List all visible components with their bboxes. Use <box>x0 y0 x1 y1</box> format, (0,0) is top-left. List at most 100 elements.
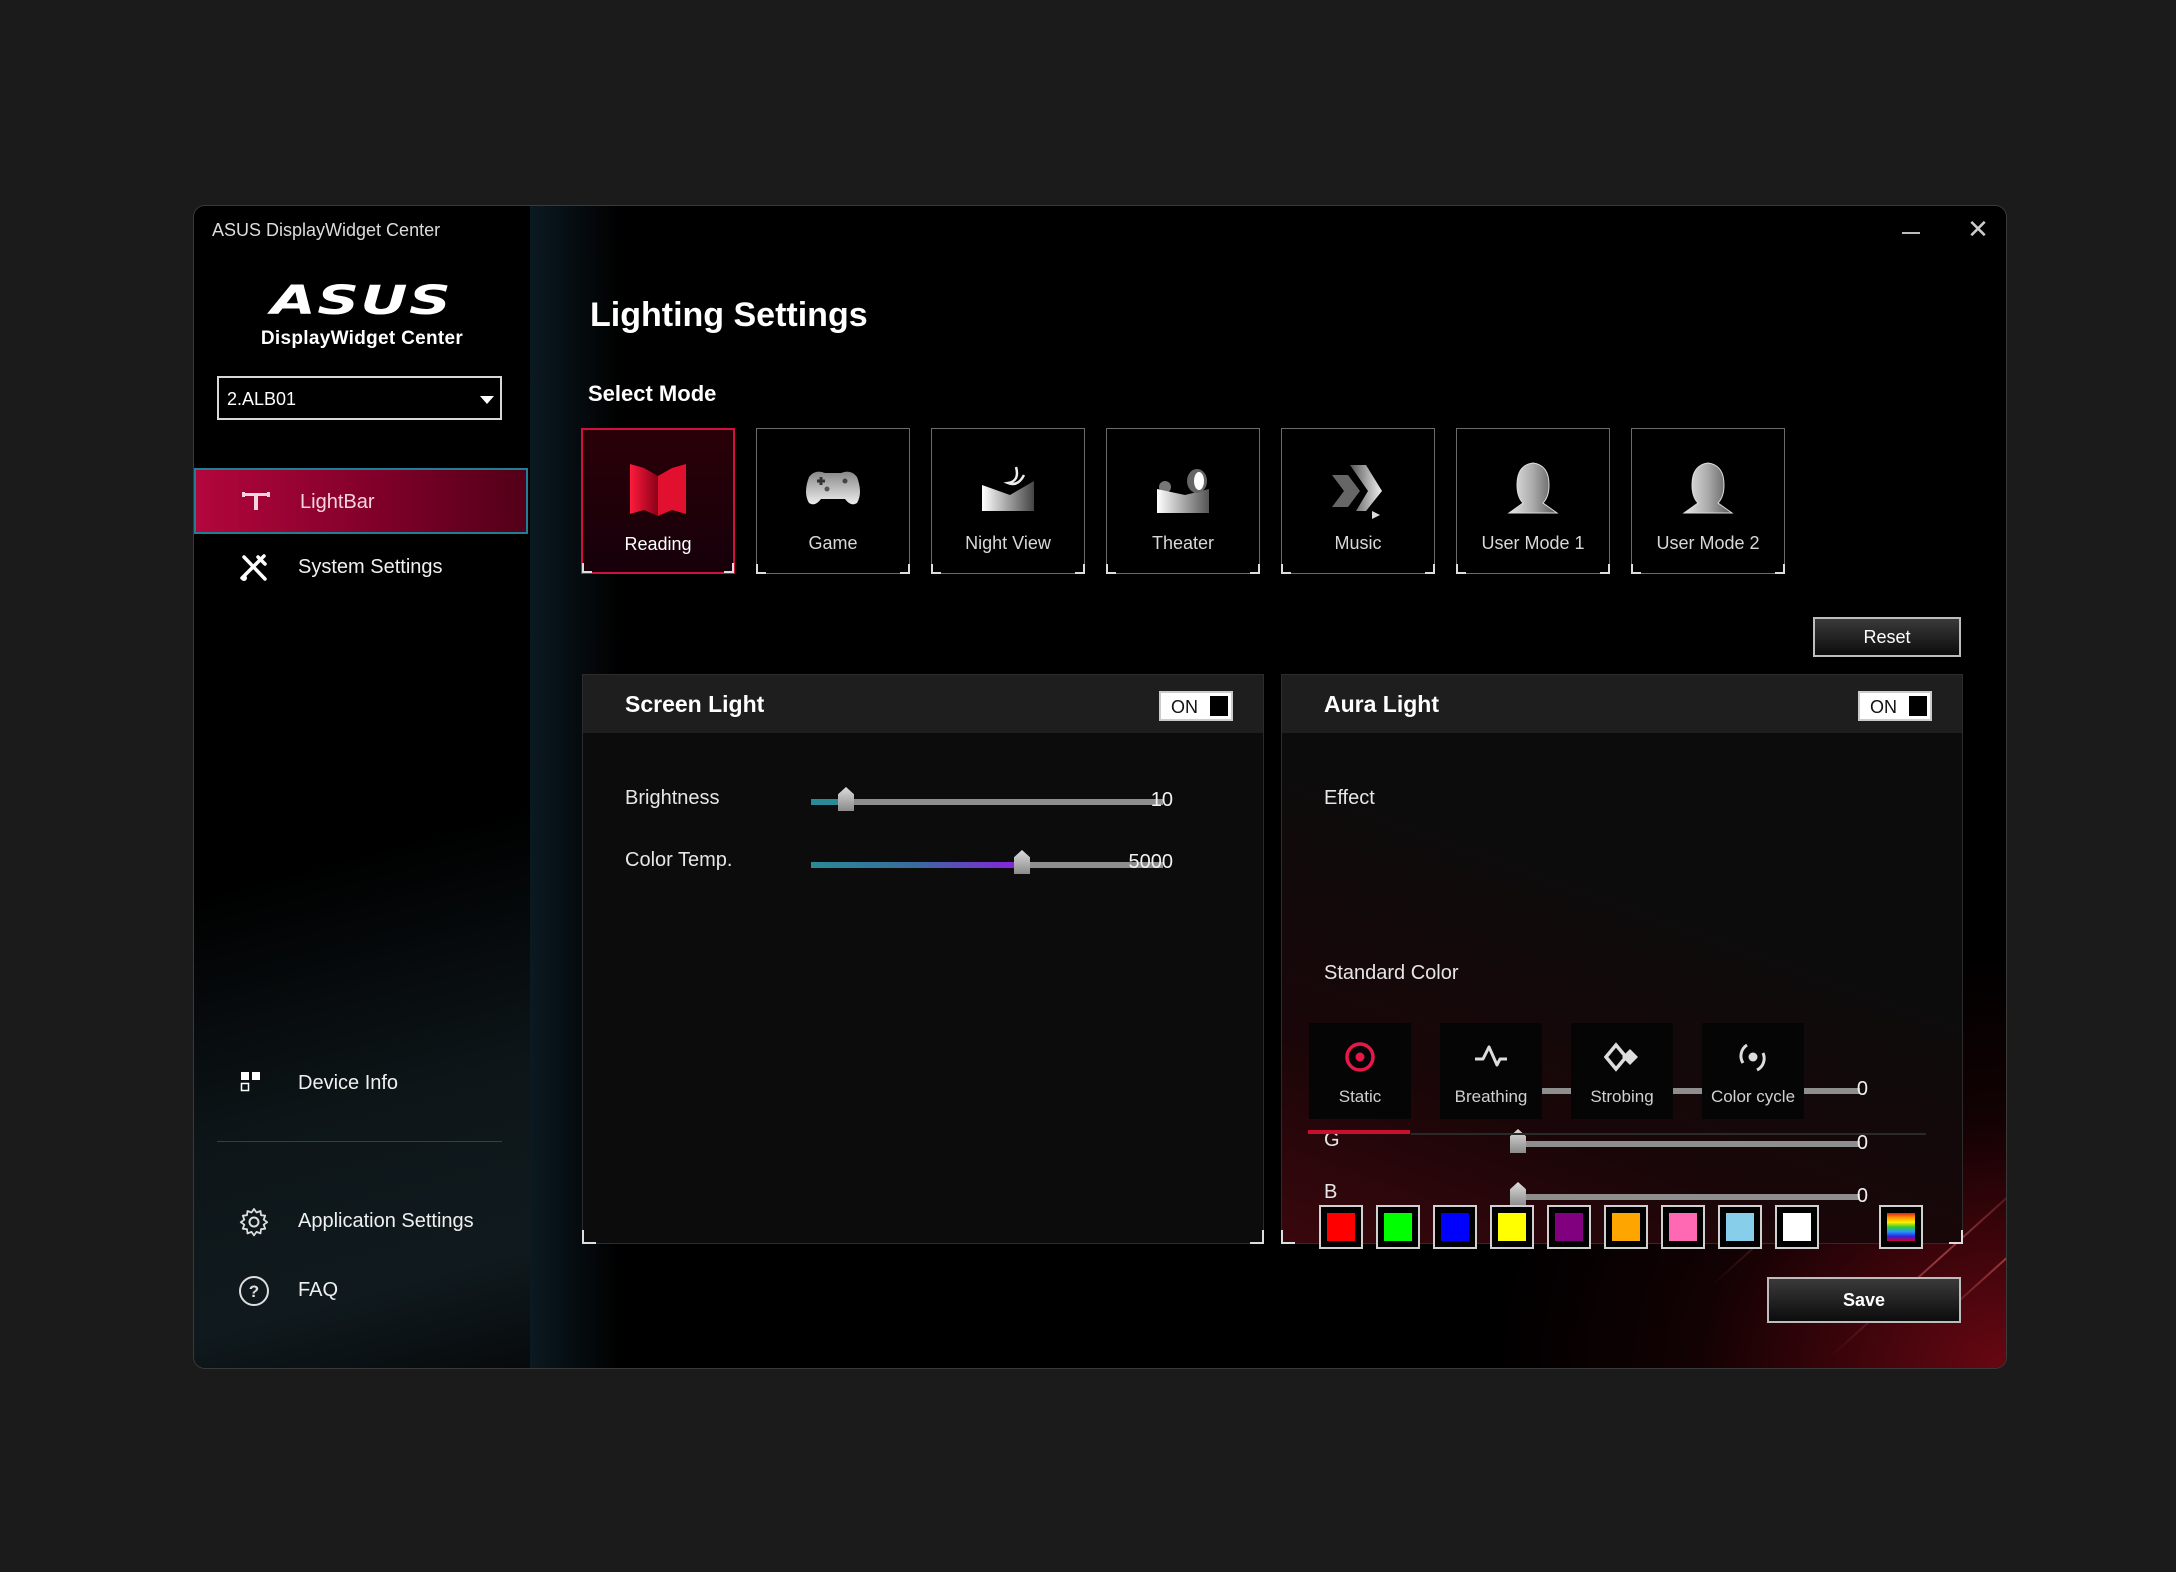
mode-game[interactable]: Game <box>756 428 910 574</box>
music-icon <box>1326 459 1390 519</box>
page-title: Lighting Settings <box>590 296 868 334</box>
sidebar-item-label: Application Settings <box>298 1210 474 1232</box>
app-logo: ASUS DisplayWidget Center <box>194 278 530 350</box>
color-swatch[interactable] <box>1604 1205 1648 1249</box>
effect-active-underline <box>1308 1130 1410 1134</box>
strobing-icon <box>1603 1039 1640 1075</box>
mode-user-2[interactable]: User Mode 2 <box>1631 428 1785 574</box>
save-button[interactable]: Save <box>1767 1277 1961 1323</box>
app-window: ASUS DisplayWidget Center 2.ALB01 LightB… <box>193 205 2007 1369</box>
aura-light-title: Aura Light <box>1324 691 1439 717</box>
chevron-down-icon <box>480 396 494 404</box>
minimize-button[interactable] <box>1890 214 1930 244</box>
brightness-value: 10 <box>1150 789 1173 811</box>
panel-corner <box>582 1230 596 1244</box>
color-temp-value: 5000 <box>1128 851 1174 873</box>
toggle-state: ON <box>1171 697 1198 717</box>
color-swatch[interactable] <box>1490 1205 1534 1249</box>
panel-corner <box>1949 1230 1963 1244</box>
sidebar-divider <box>217 1141 502 1142</box>
effect-breathing[interactable]: Breathing <box>1440 1023 1542 1119</box>
color-swatch-fill <box>1726 1213 1754 1241</box>
mode-night-view[interactable]: Night View <box>931 428 1085 574</box>
toggle-knob <box>1909 696 1927 716</box>
sidebar-item-system-settings[interactable]: System Settings <box>194 535 528 601</box>
screen-light-header: Screen Light ON <box>583 675 1263 733</box>
slider-thumb[interactable] <box>1510 1182 1526 1206</box>
book-icon <box>626 460 690 520</box>
color-swatch[interactable] <box>1376 1205 1420 1249</box>
effect-label: Color cycle <box>1710 1087 1796 1106</box>
color-swatch[interactable] <box>1547 1205 1591 1249</box>
color-swatch[interactable] <box>1775 1205 1819 1249</box>
color-swatch[interactable] <box>1661 1205 1705 1249</box>
slider-thumb[interactable] <box>838 787 854 811</box>
effect-static[interactable]: Static <box>1309 1023 1411 1119</box>
color-swatch[interactable] <box>1433 1205 1477 1249</box>
effect-divider <box>1411 1133 1926 1135</box>
screen-light-title: Screen Light <box>625 691 765 717</box>
sidebar-item-application-settings[interactable]: Application Settings <box>194 1189 528 1255</box>
sidebar-item-lightbar[interactable]: LightBar <box>194 468 528 534</box>
help-icon: ? <box>238 1275 270 1307</box>
mode-label: Theater <box>1151 533 1215 553</box>
effect-label: Effect <box>1324 787 1375 809</box>
effect-color-cycle[interactable]: Color cycle <box>1702 1023 1804 1119</box>
device-dropdown-value: 2.ALB01 <box>227 389 297 409</box>
color-swatch-fill <box>1555 1213 1583 1241</box>
panel-corner <box>1281 1230 1295 1244</box>
device-dropdown[interactable]: 2.ALB01 <box>217 376 502 420</box>
mode-label: Music <box>1334 533 1382 553</box>
slider-fill <box>811 862 1022 868</box>
sidebar-item-label: System Settings <box>298 556 443 578</box>
rainbow-swatch-fill <box>1887 1213 1915 1241</box>
sidebar: ASUS DisplayWidget Center 2.ALB01 LightB… <box>194 206 530 1368</box>
slider-thumb[interactable] <box>1014 850 1030 874</box>
mode-theater[interactable]: Theater <box>1106 428 1260 574</box>
static-icon <box>1342 1039 1378 1075</box>
window-title: ASUS DisplayWidget Center <box>212 220 441 240</box>
user-icon <box>1676 459 1740 519</box>
lightbar-icon <box>240 487 272 519</box>
close-button[interactable]: ✕ <box>1958 214 1998 244</box>
sidebar-item-device-info[interactable]: Device Info <box>194 1051 528 1117</box>
screen-light-panel: Screen Light ON Brightness 10 Color Temp… <box>582 674 1264 1244</box>
reset-button[interactable]: Reset <box>1813 617 1961 657</box>
mode-music[interactable]: Music <box>1281 428 1435 574</box>
color-temp-label: Color Temp. <box>625 849 733 871</box>
effect-label: Strobing <box>1590 1087 1654 1106</box>
effect-label: Static <box>1338 1087 1382 1106</box>
mode-label: Reading <box>624 534 692 554</box>
close-icon: ✕ <box>1967 214 1989 244</box>
moon-landscape-icon <box>976 459 1040 519</box>
standard-color-label: Standard Color <box>1324 962 1459 984</box>
sidebar-item-faq[interactable]: ? FAQ <box>194 1258 528 1324</box>
screen-light-toggle[interactable]: ON <box>1159 691 1233 721</box>
logo-subtitle: DisplayWidget Center <box>260 328 464 349</box>
mode-reading[interactable]: Reading <box>581 428 735 574</box>
color-swatch-fill <box>1327 1213 1355 1241</box>
rainbow-swatch[interactable] <box>1879 1205 1923 1249</box>
gear-icon <box>238 1206 270 1238</box>
color-swatch[interactable] <box>1319 1205 1363 1249</box>
effect-strobing[interactable]: Strobing <box>1571 1023 1673 1119</box>
sidebar-item-label: FAQ <box>298 1279 339 1301</box>
brightness-label: Brightness <box>625 787 720 809</box>
device-info-icon <box>238 1068 270 1100</box>
theater-icon <box>1151 459 1215 519</box>
panel-corner <box>1250 1230 1264 1244</box>
aura-light-header: Aura Light ON <box>1282 675 1962 733</box>
color-swatch[interactable] <box>1718 1205 1762 1249</box>
mode-label: Game <box>808 533 858 553</box>
b-label: B <box>1324 1181 1338 1203</box>
mode-label: User Mode 2 <box>1656 533 1760 553</box>
aura-light-toggle[interactable]: ON <box>1858 691 1932 721</box>
color-swatch-fill <box>1669 1213 1697 1241</box>
mode-label: Night View <box>965 533 1051 553</box>
mode-user-1[interactable]: User Mode 1 <box>1456 428 1610 574</box>
color-swatch-fill <box>1384 1213 1412 1241</box>
toggle-knob <box>1210 696 1228 716</box>
asus-logo: ASUS <box>271 278 453 324</box>
toggle-state: ON <box>1870 697 1897 717</box>
color-swatch-fill <box>1498 1213 1526 1241</box>
